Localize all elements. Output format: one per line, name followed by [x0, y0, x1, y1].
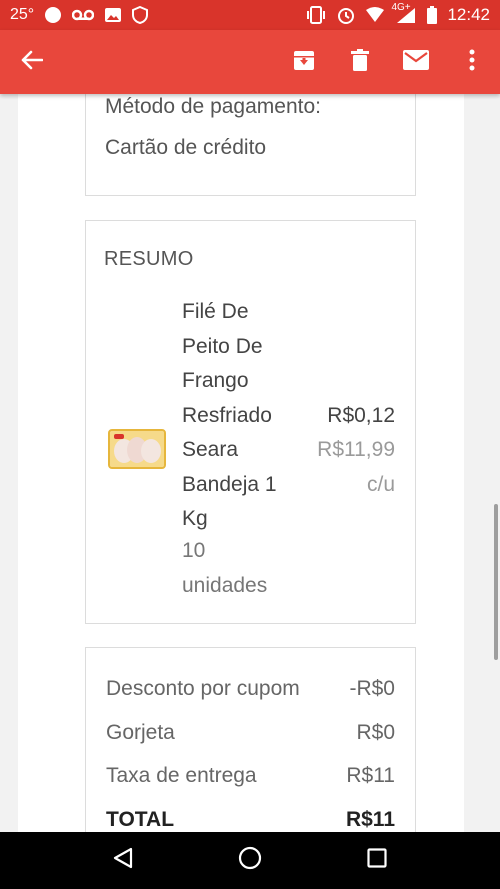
product-name-line: Peito De: [182, 334, 263, 358]
delivery-fee-label: Taxa de entrega: [106, 764, 257, 787]
more-vert-icon: [469, 49, 475, 76]
totals-card: Desconto por cupom -R$0 Gorjeta R$0 Taxa…: [85, 647, 416, 832]
delivery-fee-row: Taxa de entrega R$11: [106, 764, 395, 788]
total-label: TOTAL: [106, 808, 175, 831]
archive-button[interactable]: [276, 34, 332, 90]
nav-recents-button[interactable]: [353, 837, 401, 885]
alarm-icon: [337, 6, 355, 24]
circle-notification-icon: [44, 6, 62, 24]
product-name-line: Frango: [182, 369, 249, 392]
payment-method-value: Cartão de crédito: [105, 136, 267, 159]
product-price: R$0,12: [327, 404, 395, 427]
discount-label: Desconto por cupom: [106, 677, 300, 700]
unit-price: R$11,99: [317, 438, 395, 461]
discount-row: Desconto por cupom -R$0: [106, 677, 395, 701]
summary-card: RESUMO Filé De Peito De Frango Resfriado…: [85, 220, 416, 624]
order-content[interactable]: Método de pagamento: Cartão de crédito R…: [0, 94, 500, 832]
payment-method-label: Método de pagamento:: [105, 95, 321, 118]
clock: 12:42: [447, 5, 490, 24]
battery-icon: [427, 6, 438, 24]
app-bar: [0, 30, 500, 94]
product-quantity: 10 unidades: [182, 534, 302, 603]
scrollbar[interactable]: [494, 504, 498, 660]
product-name: Filé De Peito De Frango Resfriado Seara …: [182, 295, 302, 537]
per-unit-label: c/u: [366, 473, 395, 496]
product-name-line: Kg: [182, 507, 208, 530]
network-type-label: 4G+: [391, 2, 411, 13]
nav-home-button[interactable]: [226, 837, 274, 885]
mail-icon: [403, 49, 429, 75]
voicemail-icon: [72, 8, 95, 22]
nav-back-icon: [112, 847, 134, 874]
nav-recents-icon: [367, 848, 387, 873]
tip-value: R$0: [356, 721, 395, 744]
archive-icon: [293, 49, 315, 76]
product-name-line: Bandeja 1: [182, 472, 277, 496]
discount-value: -R$0: [349, 677, 395, 700]
wifi-icon: [365, 7, 385, 23]
product-image: [108, 429, 166, 469]
tip-row: Gorjeta R$0: [106, 721, 395, 745]
back-button[interactable]: [4, 34, 60, 90]
mail-button[interactable]: [388, 34, 444, 90]
more-options-button[interactable]: [444, 34, 500, 90]
vibrate-icon: [305, 6, 327, 24]
total-value: R$11: [345, 808, 395, 831]
image-icon: [104, 7, 122, 23]
status-bar: 25° 4G+ 12:42: [0, 0, 500, 30]
summary-title: RESUMO: [104, 248, 194, 270]
total-row: TOTAL R$11: [106, 808, 395, 832]
product-name-line: Seara: [182, 438, 239, 461]
tip-label: Gorjeta: [106, 721, 175, 744]
back-arrow-icon: [21, 50, 44, 75]
system-nav-bar: [0, 832, 500, 889]
nav-back-button[interactable]: [99, 837, 147, 885]
nav-home-icon: [238, 846, 262, 875]
product-name-line: Resfriado: [182, 403, 272, 427]
quantity-number: 10: [182, 539, 206, 562]
delete-button[interactable]: [332, 34, 388, 90]
payment-card: Método de pagamento: Cartão de crédito: [85, 94, 416, 196]
temperature-label: 25°: [10, 6, 35, 23]
cell-signal-icon: 4G+: [391, 2, 417, 24]
quantity-unit: unidades: [182, 573, 268, 597]
delivery-fee-value: R$11: [346, 764, 395, 787]
delete-icon: [351, 48, 369, 76]
product-name-line: Filé De: [182, 300, 249, 323]
shield-icon: [132, 6, 149, 24]
